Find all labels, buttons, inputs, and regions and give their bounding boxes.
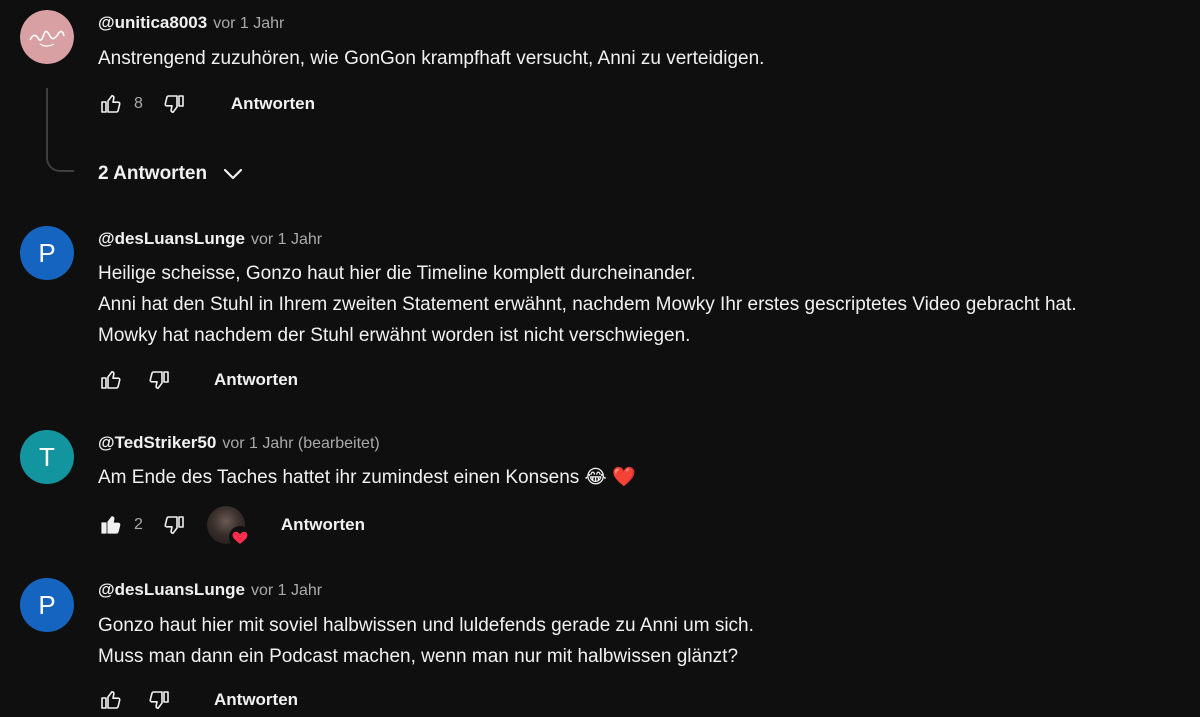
- like-count: 2: [134, 516, 143, 533]
- thumbs-down-icon: [149, 371, 169, 390]
- like-button[interactable]: [98, 367, 124, 393]
- dislike-button[interactable]: [161, 512, 187, 538]
- comment-timestamp[interactable]: vor 1 Jahr: [213, 15, 284, 33]
- thumbs-down-icon: [149, 691, 169, 710]
- dislike-button[interactable]: [146, 687, 172, 713]
- comment-author[interactable]: @desLuansLunge: [98, 229, 245, 249]
- reply-button[interactable]: Antworten: [231, 94, 315, 114]
- like-button[interactable]: [98, 687, 124, 713]
- like-button[interactable]: [98, 512, 124, 538]
- avatar[interactable]: P: [20, 226, 74, 280]
- thumbs-up-icon: [101, 94, 121, 113]
- avatar[interactable]: T: [20, 430, 74, 484]
- comment-author[interactable]: @unitica8003: [98, 13, 207, 33]
- comment-text-line: Mowky hat nachdem der Stuhl erwähnt word…: [98, 325, 691, 346]
- like-button[interactable]: [98, 91, 124, 117]
- comment-text-line: Gonzo haut hier mit soviel halbwissen un…: [98, 615, 754, 636]
- comment-text-line: Anstrengend zuzuhören, wie GonGon krampf…: [98, 48, 765, 69]
- chevron-down-icon: [223, 168, 243, 180]
- creator-heart-badge[interactable]: [206, 506, 251, 548]
- replies-count-label: 2 Antworten: [98, 163, 208, 184]
- dislike-button[interactable]: [161, 91, 187, 117]
- reply-button[interactable]: Antworten: [281, 515, 365, 535]
- comment-timestamp[interactable]: vor 1 Jahr: [251, 231, 322, 249]
- avatar[interactable]: P: [20, 578, 74, 632]
- like-count: 8: [134, 95, 143, 112]
- comment-text-line: Heilige scheisse, Gonzo haut hier die Ti…: [98, 263, 696, 284]
- thumbs-up-filled-icon: [101, 516, 121, 534]
- thumbs-down-icon: [164, 516, 184, 535]
- comment-text-line: Muss man dann ein Podcast machen, wenn m…: [98, 646, 739, 667]
- comment-timestamp[interactable]: vor 1 Jahr: [251, 582, 322, 600]
- reply-button[interactable]: Antworten: [214, 690, 298, 710]
- comment-timestamp[interactable]: vor 1 Jahr (bearbeitet): [222, 435, 379, 453]
- thumbs-up-icon: [101, 370, 121, 389]
- thumbs-up-icon: [101, 690, 121, 709]
- avatar-scribble-icon: [20, 10, 74, 64]
- comment-text-line: Am Ende des Taches hattet ihr zumindest …: [98, 467, 636, 488]
- dislike-button[interactable]: [146, 367, 172, 393]
- comment-text-line: Anni hat den Stuhl in Ihrem zweiten Stat…: [98, 294, 1077, 315]
- show-replies-button[interactable]: 2 Antworten: [98, 160, 245, 188]
- comment-author[interactable]: @TedStriker50: [98, 433, 216, 453]
- thread-connector: [46, 88, 74, 172]
- reply-button[interactable]: Antworten: [214, 370, 298, 390]
- comment-author[interactable]: @desLuansLunge: [98, 580, 245, 600]
- heart-icon: [228, 526, 251, 548]
- thumbs-down-icon: [164, 95, 184, 114]
- avatar[interactable]: [20, 10, 74, 64]
